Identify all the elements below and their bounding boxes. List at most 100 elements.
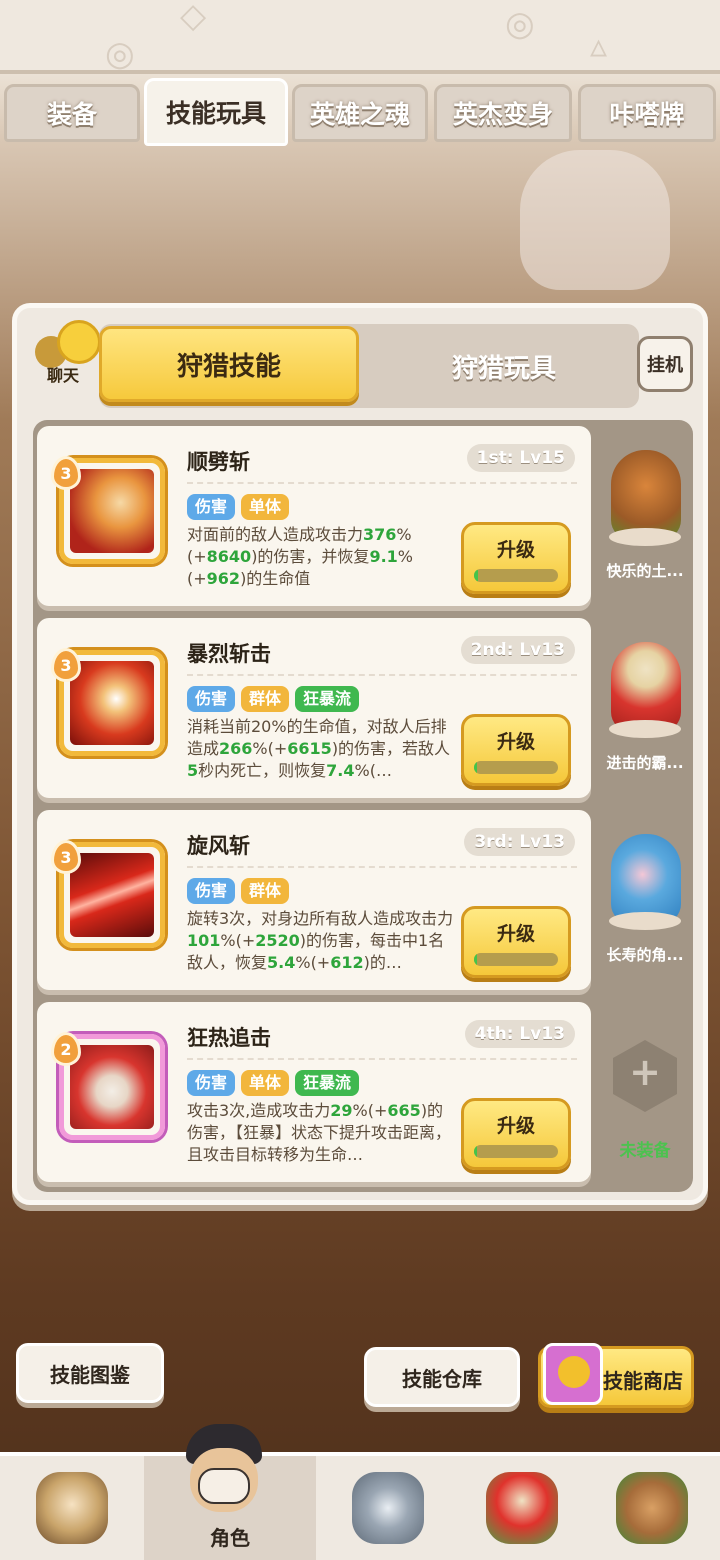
tag-damage: 伤害 (187, 1070, 236, 1096)
desc-text: %(+ (252, 739, 288, 758)
bottom-nav: 角色 (0, 1452, 720, 1560)
tab-hero-soul[interactable]: 英雄之魂 (292, 84, 428, 142)
desc-text: %(+ (220, 931, 256, 950)
skill-name: 暴烈斩击 (187, 642, 271, 666)
upgrade-label: 升级 (496, 923, 535, 945)
desc-text: … (375, 761, 392, 780)
tag-style: 狂暴流 (295, 686, 360, 712)
furry-hero-icon (36, 1472, 108, 1544)
tab-skill-toys[interactable]: 技能玩具 (144, 78, 288, 146)
skill-description: 旋转3次，对身边所有敌人造成攻击力101%(+2520)的伤害，每击中1名敌人，… (187, 908, 457, 984)
skill-row: 3 暴烈斩击 2nd: Lv13 伤害 群体 狂暴流 消耗当前20%的生命值，对… (33, 612, 693, 798)
nav-item-mount[interactable] (0, 1456, 144, 1560)
chat-button[interactable]: 聊天 (27, 320, 103, 390)
tag-damage: 伤害 (187, 686, 236, 712)
segment-hunting-toys[interactable]: 狩猎玩具 (369, 324, 639, 408)
shopkeeper-icon (558, 1356, 590, 1388)
skill-card[interactable]: 3 旋风斩 3rd: Lv13 伤害 群体 旋转3次，对身边所有敌人造成攻击力 1… (37, 810, 591, 990)
skill-level-badge: 3 (51, 648, 81, 682)
highlight-value: 101 (187, 931, 221, 950)
tag-style: 狂暴流 (295, 1070, 360, 1096)
skill-shop-label: 技能商店 (603, 1369, 683, 1393)
equipped-pet[interactable]: 进击的霸... (597, 612, 693, 797)
decoration-icon: ▵ (590, 26, 608, 66)
highlight-value: 8640 (206, 547, 252, 566)
tab-equipment[interactable]: 装备 (4, 84, 140, 142)
skill-shop-button[interactable]: 技能商店 (538, 1343, 694, 1408)
tab-card[interactable]: 咔嗒牌 (578, 84, 716, 142)
divider (187, 482, 577, 484)
dinosaur-icon (486, 1472, 558, 1544)
decoration-icon: ◎ (505, 4, 535, 44)
skill-name: 旋风斩 (187, 834, 250, 858)
nav-item-pet[interactable] (460, 1456, 590, 1560)
idle-button[interactable]: 挂机 (637, 336, 693, 392)
highlight-value: 29 (330, 1101, 353, 1120)
character-avatar-icon (180, 1424, 268, 1520)
tab-hero-transform[interactable]: 英杰变身 (434, 84, 572, 142)
desc-text: … (347, 1145, 364, 1164)
highlight-value: 7.4 (326, 761, 355, 780)
skill-warehouse-button[interactable]: 技能仓库 (364, 1347, 520, 1407)
skill-card[interactable]: 2 狂热追击 4th: Lv13 伤害 单体 狂暴流 攻击3次,造成攻击力29%… (37, 1002, 591, 1182)
upgrade-progress-bar (474, 953, 558, 966)
desc-text: %( (354, 761, 376, 780)
desc-text: %(+ (352, 1101, 388, 1120)
skill-level-badge: 3 (51, 456, 81, 490)
upgrade-label: 升级 (496, 539, 535, 561)
decoration-icon: ◇ (180, 0, 207, 36)
segment-control: 狩猎技能 狩猎玩具 (99, 324, 639, 408)
divider (187, 1058, 577, 1060)
skill-tags: 伤害 单体 (187, 494, 290, 520)
highlight-value: 266 (219, 739, 253, 758)
equipped-pet[interactable]: 长寿的角... (597, 804, 693, 989)
pursuit-art (70, 1045, 154, 1129)
segment-hunting-skills[interactable]: 狩猎技能 (99, 326, 359, 402)
skill-description: 攻击3次,造成攻击力29%(+665)的伤害，【狂暴】状态下提升攻击距离，且攻击… (187, 1100, 457, 1176)
pet-base (609, 720, 681, 738)
highlight-value: 665 (387, 1101, 421, 1120)
upgrade-button[interactable]: 升级 (461, 714, 571, 786)
highlight-value: 376 (363, 525, 397, 544)
nav-item-totem[interactable] (590, 1456, 720, 1560)
pet-figure (611, 834, 681, 924)
empty-pet-slot[interactable]: + 未装备 (597, 996, 693, 1181)
desc-text: )的 (363, 953, 386, 972)
plus-icon: + (629, 1050, 661, 1094)
skill-codex-button[interactable]: 技能图鉴 (16, 1343, 164, 1403)
desc-text: 对面前的敌人造成攻击力 (187, 525, 364, 544)
skill-description: 消耗当前20%的生命值，对敌人后排造成266%(+6615)的伤害，若敌人5秒内… (187, 716, 457, 792)
background-skull (520, 150, 670, 290)
skill-tags: 伤害 单体 狂暴流 (187, 1070, 360, 1096)
skill-description: 对面前的敌人造成攻击力376%(+8640)的伤害，并恢复9.1%(+962)的… (187, 524, 457, 600)
upgrade-progress-fill (474, 761, 477, 774)
desc-text: 秒内死亡，则恢复 (198, 761, 327, 780)
chat-label: 聊天 (47, 366, 80, 385)
upgrade-button[interactable]: 升级 (461, 522, 571, 594)
top-bar: ◇ ◎ ▵ ◎ (0, 0, 720, 74)
pet-base (609, 912, 681, 930)
sword-icon (352, 1472, 424, 1544)
skill-card[interactable]: 3 顺劈斩 1st: Lv15 伤害 单体 对面前的敌人造成攻击力376%(+8… (37, 426, 591, 606)
skill-slot-label: 1st: Lv15 (466, 444, 575, 472)
divider (187, 866, 577, 868)
upgrade-progress-bar (474, 761, 558, 774)
skill-level-badge: 2 (51, 1032, 81, 1066)
skill-tags: 伤害 群体 (187, 878, 290, 904)
highlight-value: 612 (330, 953, 364, 972)
desc-text: … (385, 953, 402, 972)
nav-item-weapon[interactable] (316, 1456, 460, 1560)
skill-row: 3 顺劈斩 1st: Lv15 伤害 单体 对面前的敌人造成攻击力376%(+8… (33, 420, 693, 606)
desc-text: )的生命值 (240, 569, 311, 588)
pet-name: 长寿的角... (606, 946, 684, 964)
slash-art (70, 661, 154, 745)
upgrade-button[interactable]: 升级 (461, 1098, 571, 1170)
desc-text: )的伤害，若敌人 (331, 739, 451, 758)
upgrade-button[interactable]: 升级 (461, 906, 571, 978)
highlight-value: 2520 (255, 931, 300, 950)
skill-slot-label: 2nd: Lv13 (460, 636, 575, 664)
skill-card[interactable]: 3 暴烈斩击 2nd: Lv13 伤害 群体 狂暴流 消耗当前20%的生命值，对… (37, 618, 591, 798)
desc-text: %(+ (295, 953, 331, 972)
pet-figure (611, 450, 681, 540)
equipped-pet[interactable]: 快乐的土... (597, 420, 693, 605)
